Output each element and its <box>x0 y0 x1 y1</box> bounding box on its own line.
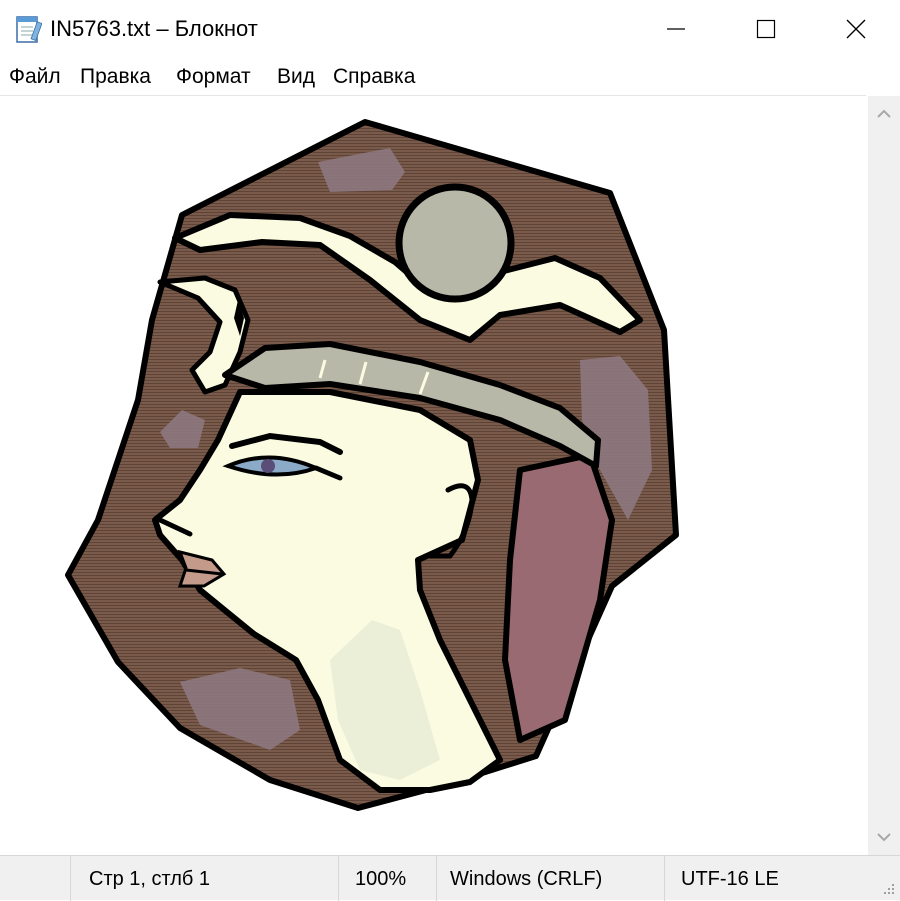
minimize-button[interactable] <box>630 0 722 58</box>
title-bar[interactable]: IN5763.txt – Блокнот <box>0 0 900 58</box>
window-title: IN5763.txt – Блокнот <box>50 16 258 41</box>
minimize-icon <box>667 28 685 30</box>
status-divider <box>436 856 437 901</box>
status-divider <box>338 856 339 901</box>
menu-view[interactable]: Вид <box>277 65 315 89</box>
text-editor-area[interactable] <box>0 96 868 855</box>
menu-edit[interactable]: Правка <box>80 65 151 89</box>
menu-format[interactable]: Формат <box>176 65 251 89</box>
status-divider <box>70 856 71 901</box>
close-icon <box>846 19 866 39</box>
line-endings: Windows (CRLF) <box>450 868 603 890</box>
close-button[interactable] <box>810 0 900 58</box>
egyptian-woman-profile-image <box>65 119 679 811</box>
maximize-button[interactable] <box>720 0 812 58</box>
status-bar: Стр 1, стлб 1 100% Windows (CRLF) UTF-16… <box>0 855 900 901</box>
status-divider <box>664 856 665 901</box>
zoom-level: 100% <box>355 868 407 890</box>
menu-bar: Файл Правка Формат Вид Справка <box>0 58 900 96</box>
menu-help[interactable]: Справка <box>333 65 415 89</box>
chevron-down-icon <box>877 833 891 842</box>
scroll-up-button[interactable] <box>868 102 900 126</box>
vertical-scrollbar[interactable] <box>868 96 900 855</box>
menu-file[interactable]: Файл <box>9 65 61 89</box>
notepad-icon <box>14 14 43 44</box>
cursor-position: Стр 1, стлб 1 <box>89 868 211 890</box>
scroll-down-button[interactable] <box>868 825 900 849</box>
resize-grip-icon[interactable] <box>880 880 896 896</box>
chevron-up-icon <box>877 109 891 118</box>
encoding: UTF-16 LE <box>681 868 779 890</box>
maximize-icon <box>756 19 776 39</box>
